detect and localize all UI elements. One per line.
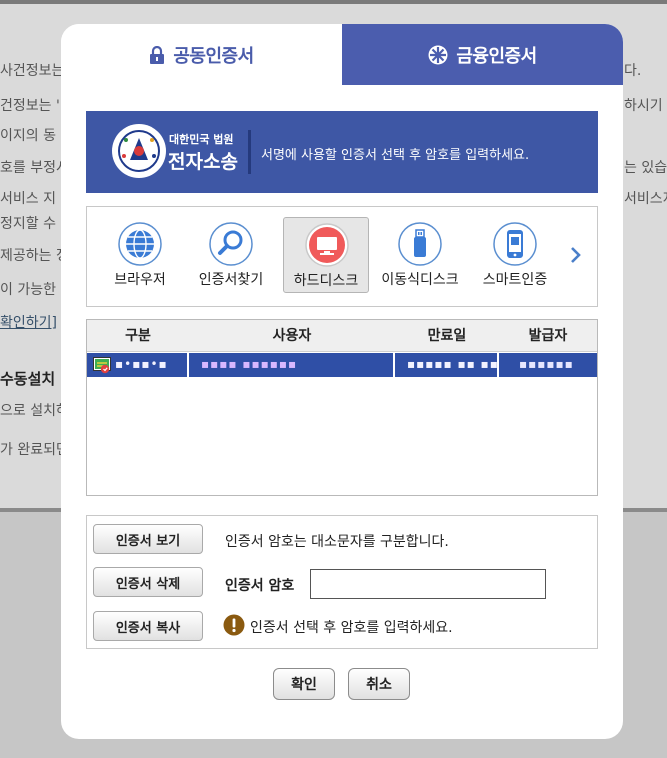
background-text-line: 서비스 지	[0, 191, 56, 207]
finance-cert-icon	[428, 45, 448, 65]
cell-type: ▪•▪▪•▪	[87, 353, 189, 377]
background-heading: 수동설치	[0, 370, 56, 388]
lock-icon	[149, 45, 165, 64]
usb-icon	[398, 222, 442, 266]
certificate-dialog: 공동인증서 금융인증서 대한민국 법원 전자소송 서명에 사용할 인증서 선택 …	[61, 24, 623, 739]
background-text-line: 호를 부정시	[0, 160, 69, 176]
background-text-line: 으로 설치하	[0, 403, 69, 419]
globe-icon	[118, 222, 162, 266]
background-text-line: 정지할 수	[0, 216, 56, 232]
background-text-line: 이 가능한	[0, 282, 56, 298]
storage-browser[interactable]: 브라우저	[97, 217, 183, 293]
background-text-line: 사건정보는	[0, 63, 65, 79]
delete-certificate-button[interactable]: 인증서 삭제	[93, 567, 203, 597]
background-link: 확인하기]	[0, 313, 57, 333]
cancel-button[interactable]: 취소	[348, 668, 410, 700]
monitor-icon	[305, 223, 349, 267]
banner-message: 서명에 사용할 인증서 선택 후 암호를 입력하세요.	[261, 148, 530, 163]
cell-issuer: ▪▪▪▪▪▪	[499, 353, 597, 377]
case-sensitive-note: 인증서 암호는 대소문자를 구분합니다.	[225, 534, 449, 550]
tab-finance-certificate[interactable]: 금융인증서	[342, 24, 623, 85]
view-certificate-button[interactable]: 인증서 보기	[93, 524, 203, 554]
smartphone-icon	[493, 222, 537, 266]
background-right-text: 다.	[624, 63, 642, 79]
court-banner: 대한민국 법원 전자소송 서명에 사용할 인증서 선택 후 암호를 입력하세요.	[86, 111, 598, 193]
password-input[interactable]	[310, 569, 546, 599]
cell-expiry-text: ▪▪▪▪▪ ▪▪ ▪▪	[407, 357, 499, 371]
cell-issuer-text: ▪▪▪▪▪▪	[519, 357, 574, 371]
storage-harddisk[interactable]: 하드디스크	[283, 217, 369, 293]
warning-message: 인증서 선택 후 암호를 입력하세요.	[250, 620, 453, 636]
tab-finance-certificate-label: 금융인증서	[456, 45, 537, 67]
confirm-button[interactable]: 확인	[273, 668, 335, 700]
storage-smart-auth[interactable]: 스마트인증	[472, 217, 558, 293]
column-header-issuer: 발급자	[528, 328, 568, 344]
storage-browser-label: 브라우저	[114, 272, 166, 288]
warning-icon	[223, 614, 245, 636]
cell-expiry: ▪▪▪▪▪ ▪▪ ▪▪	[395, 353, 499, 377]
cell-user-text: ▪▪▪▪ ▪▪▪▪▪▪	[201, 357, 298, 371]
tab-public-certificate[interactable]: 공동인증서	[61, 24, 342, 85]
copy-certificate-button[interactable]: 인증서 복사	[93, 611, 203, 641]
certificate-icon	[93, 357, 111, 374]
certificate-actions-panel: 인증서 보기 인증서 삭제 인증서 복사 인증서 암호는 대소문자를 구분합니다…	[86, 515, 598, 649]
certificate-table: 구분 사용자 만료일 발급자 ▪•▪▪•▪ ▪▪▪▪ ▪▪▪▪▪▪ ▪▪▪▪▪	[86, 319, 598, 496]
court-logo-subtitle: 대한민국 법원	[169, 133, 234, 146]
column-header-user: 사용자	[272, 328, 312, 344]
background-text-line: 건정보는 '	[0, 98, 60, 114]
column-header-type: 구분	[125, 328, 151, 344]
background-top-bar	[0, 0, 667, 4]
storage-find-certificate[interactable]: 인증서찾기	[188, 217, 274, 293]
court-logo-title: 전자소송	[168, 151, 238, 173]
storage-find-certificate-label: 인증서찾기	[198, 272, 264, 288]
storage-removable-disk-label: 이동식디스크	[381, 272, 459, 288]
password-label: 인증서 암호	[225, 578, 295, 594]
storage-harddisk-label: 하드디스크	[293, 273, 359, 289]
tab-public-certificate-label: 공동인증서	[173, 45, 254, 67]
column-header-expiry: 만료일	[427, 328, 467, 344]
court-logo-icon	[112, 124, 166, 178]
background-text-line: 이지의 동	[0, 128, 56, 144]
storage-selector: 브라우저 인증서찾기 하드디스크 이동식디스크 스마트인증	[86, 206, 598, 307]
storage-smart-auth-label: 스마트인증	[482, 272, 548, 288]
background-right-text: 하시기 바	[624, 98, 667, 114]
search-icon	[209, 222, 253, 266]
banner-separator	[248, 130, 251, 174]
background-link-text: 확인하기]	[0, 315, 57, 331]
background-right-text: 서비스지	[624, 191, 667, 207]
background-text-line: 제공하는 정	[0, 248, 69, 264]
background-text-line: 가 완료되면	[0, 442, 69, 458]
background-right-text: 는 있습니	[624, 160, 667, 176]
certificate-table-header: 구분 사용자 만료일 발급자	[87, 320, 597, 352]
cell-user: ▪▪▪▪ ▪▪▪▪▪▪	[189, 353, 395, 377]
storage-removable-disk[interactable]: 이동식디스크	[377, 217, 463, 293]
table-row[interactable]: ▪•▪▪•▪ ▪▪▪▪ ▪▪▪▪▪▪ ▪▪▪▪▪ ▪▪ ▪▪ ▪▪▪▪▪▪	[87, 353, 597, 377]
cell-type-text: ▪•▪▪•▪	[115, 357, 168, 371]
chevron-right-icon[interactable]	[569, 245, 583, 265]
